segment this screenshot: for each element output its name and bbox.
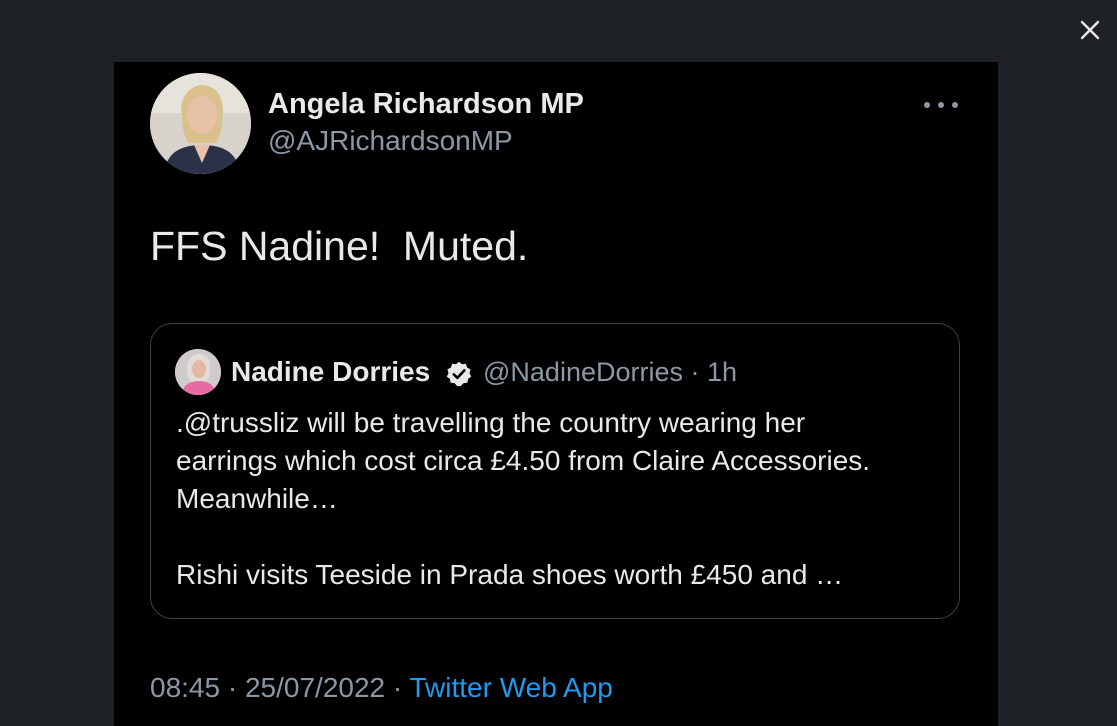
quoted-text-line: earrings which cost circa £4.50 from Cla… bbox=[176, 445, 871, 476]
quoted-author-name[interactable]: Nadine Dorries bbox=[231, 356, 430, 388]
tweet-date[interactable]: 25/07/2022 bbox=[245, 672, 385, 703]
quoted-text-line: .@trussliz will be travelling the countr… bbox=[176, 407, 806, 438]
tweet-source-link[interactable]: Twitter Web App bbox=[410, 672, 613, 703]
quoted-author-handle[interactable]: @NadineDorries bbox=[483, 357, 683, 387]
author-handle[interactable]: @AJRichardsonMP bbox=[268, 125, 513, 157]
quoted-author-avatar[interactable] bbox=[175, 349, 221, 395]
meta-separator: · bbox=[690, 357, 700, 387]
quoted-author-avatar-image bbox=[175, 349, 221, 395]
quoted-tweet-text: .@trussliz will be travelling the countr… bbox=[176, 404, 946, 594]
author-name[interactable]: Angela Richardson MP bbox=[268, 88, 584, 121]
tweet-text: FFS Nadine! Muted. bbox=[150, 223, 529, 269]
quoted-tweet-age[interactable]: 1h bbox=[707, 357, 737, 387]
quoted-tweet[interactable]: Nadine Dorries @NadineDorries · 1h .@tru… bbox=[150, 323, 960, 619]
meta-separator: · bbox=[227, 672, 238, 703]
close-button[interactable] bbox=[1076, 16, 1104, 44]
tweet-time[interactable]: 08:45 bbox=[150, 672, 220, 703]
quoted-text-spacer bbox=[176, 518, 946, 556]
tweet-card: Angela Richardson MP @AJRichardsonMP FFS… bbox=[114, 62, 998, 726]
author-avatar-image bbox=[150, 73, 251, 174]
quoted-author-meta: @NadineDorries · 1h bbox=[483, 357, 737, 388]
author-avatar[interactable] bbox=[150, 73, 251, 174]
quoted-text-line: Rishi visits Teeside in Prada shoes wort… bbox=[176, 559, 844, 590]
more-options-button[interactable] bbox=[924, 96, 958, 114]
verified-badge-icon bbox=[446, 361, 472, 387]
meta-separator: · bbox=[392, 672, 403, 703]
more-options-icon bbox=[924, 102, 930, 108]
tweet-meta: 08:45 · 25/07/2022 · Twitter Web App bbox=[150, 672, 613, 704]
close-icon bbox=[1080, 20, 1100, 40]
quoted-text-line: Meanwhile… bbox=[176, 483, 338, 514]
